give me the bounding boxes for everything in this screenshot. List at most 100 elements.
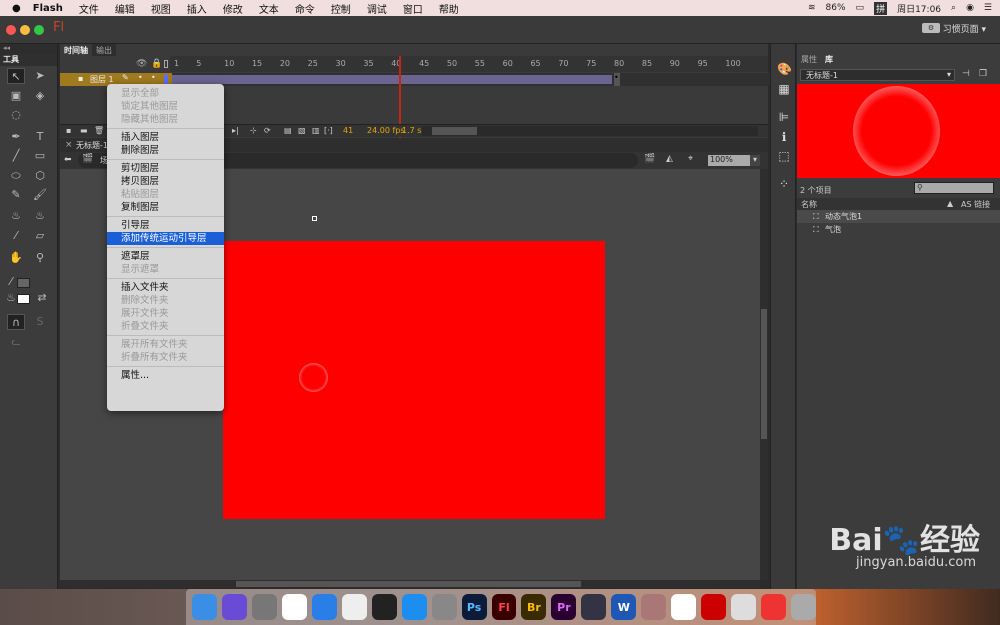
rectangle-tool-icon[interactable]: ▭ <box>31 148 49 164</box>
align-icon[interactable]: ⊫ <box>777 110 791 124</box>
close-window-button[interactable] <box>6 25 16 35</box>
dock-app[interactable]: Preview <box>731 594 757 620</box>
zoom-window-button[interactable] <box>34 25 44 35</box>
library-item[interactable]: ⛶ 气泡 <box>797 223 1000 236</box>
library-search[interactable]: ⚲ <box>914 182 994 194</box>
timeline-hscroll[interactable] <box>422 126 758 136</box>
menu-7[interactable]: 控制 <box>331 1 351 16</box>
context-menu-item[interactable]: 属性... <box>107 369 224 382</box>
dock-app[interactable]: W <box>611 594 637 620</box>
stage-hscroll[interactable] <box>60 580 760 588</box>
dock-app[interactable]: W <box>671 594 697 620</box>
notification-center-icon[interactable]: ☰ <box>984 3 992 13</box>
gradient-transform-tool-icon[interactable]: ▣ <box>7 88 25 104</box>
clock[interactable]: 周日17:06 <box>897 2 941 15</box>
outline-icon[interactable] <box>164 60 168 68</box>
color-palette-icon[interactable]: 🎨 <box>777 62 792 76</box>
col-name[interactable]: 名称 <box>801 199 817 210</box>
menu-9[interactable]: 窗口 <box>403 1 423 16</box>
smooth-icon[interactable]: S <box>31 314 49 330</box>
library-item[interactable]: ⛶ 动态气泡1 <box>797 210 1000 223</box>
pencil-tool-icon[interactable]: ✎ <box>7 187 25 203</box>
dock-app[interactable]: Launchpad <box>251 594 277 620</box>
dock-app[interactable]: Siri <box>221 594 247 620</box>
dock-app[interactable]: Archive <box>641 594 667 620</box>
zoom-tool-icon[interactable]: ⚲ <box>31 250 49 266</box>
swatches-icon[interactable]: ▦ <box>777 82 791 96</box>
menu-3[interactable]: 插入 <box>187 1 207 16</box>
close-doc-icon[interactable]: × <box>65 140 73 150</box>
visible-dot[interactable]: • <box>138 73 143 82</box>
dock-app[interactable]: Fl <box>491 594 517 620</box>
menu-4[interactable]: 修改 <box>223 1 243 16</box>
sync-settings-button[interactable]: ⚙ <box>922 23 940 33</box>
context-menu-item[interactable]: 剪切图层 <box>107 162 224 175</box>
sort-icon[interactable]: ▲ <box>947 199 953 208</box>
center-stage-icon[interactable]: ⌖ <box>688 154 693 164</box>
dock-app[interactable]: Safari <box>311 594 337 620</box>
panel-collapse[interactable]: ◂◂ <box>0 44 57 54</box>
current-frame[interactable]: 41 <box>343 126 353 135</box>
dock-app[interactable]: Photos <box>341 594 367 620</box>
frames-area[interactable]: • <box>172 73 770 86</box>
context-menu-item[interactable]: 拷贝图层 <box>107 175 224 188</box>
battery-icon[interactable]: ▭ <box>856 3 865 13</box>
brush-tool-icon[interactable]: 🖌 <box>31 187 49 203</box>
center-frame-icon[interactable]: ⊹ <box>250 126 257 135</box>
onion-outline-icon[interactable]: ▧ <box>298 126 306 135</box>
battery-percent[interactable]: 86% <box>826 3 846 13</box>
ink-bottle-tool-icon[interactable]: ♨ <box>31 208 49 224</box>
dock-app[interactable]: Flash Player <box>701 594 727 620</box>
polystar-tool-icon[interactable]: ⬡ <box>31 168 49 184</box>
frame-ruler[interactable]: 1 5 10 15 20 25 30 35 40 45 50 55 60 65 70 75 80 85 90 95 10… <box>170 56 768 72</box>
context-menu-item[interactable]: 插入文件夹 <box>107 281 224 294</box>
swap-colors-icon[interactable]: ⇄ <box>33 290 51 306</box>
elapsed-time[interactable]: 1.7 s <box>402 126 421 135</box>
tab-timeline[interactable]: 时间轴 <box>60 44 92 56</box>
minimize-window-button[interactable] <box>20 25 30 35</box>
eraser-tool-icon[interactable]: ▱ <box>31 228 49 244</box>
new-folder-icon[interactable]: ▬ <box>80 126 88 135</box>
info-icon[interactable]: ℹ <box>777 130 791 144</box>
context-menu-item[interactable]: 插入图层 <box>107 131 224 144</box>
dock-app[interactable]: Br <box>521 594 547 620</box>
context-menu-item[interactable]: 删除图层 <box>107 144 224 157</box>
tab-output[interactable]: 输出 <box>92 44 116 56</box>
eyedropper-tool-icon[interactable]: ⁄ <box>7 228 25 244</box>
tab-library[interactable]: 库 <box>821 54 845 66</box>
menu-1[interactable]: 编辑 <box>115 1 135 16</box>
edit-scene-icon[interactable]: 🎬 <box>644 154 655 164</box>
library-document-select[interactable]: 无标题-1 ▾ <box>800 69 955 81</box>
onion-markers-icon[interactable]: [·] <box>324 126 333 135</box>
edit-multiple-icon[interactable]: ▥ <box>312 126 320 135</box>
stage-vscroll[interactable] <box>760 169 768 580</box>
context-menu-item[interactable]: 遮罩层 <box>107 250 224 263</box>
loop-icon[interactable]: ⟳ <box>264 126 271 135</box>
context-menu-item[interactable]: 复制图层 <box>107 201 224 214</box>
tools-tab[interactable]: 工具 <box>0 54 57 66</box>
3d-rotation-tool-icon[interactable]: ◈ <box>31 88 49 104</box>
onion-skin-icon[interactable]: ▤ <box>284 126 292 135</box>
text-tool-icon[interactable]: T <box>31 129 49 145</box>
context-menu-item[interactable]: 添加传统运动引导层 <box>107 232 224 245</box>
pin-icon[interactable]: ⊣ <box>962 69 970 79</box>
end-keyframe[interactable]: • <box>614 73 620 86</box>
snap-to-objects-icon[interactable]: ∩ <box>7 314 25 330</box>
motion-presets-icon[interactable]: ⁘ <box>777 177 791 191</box>
fill-color-swatch[interactable] <box>17 294 30 304</box>
new-library-icon[interactable]: ❐ <box>979 69 987 79</box>
dock-app[interactable]: Chrome <box>281 594 307 620</box>
menu-6[interactable]: 命令 <box>295 1 315 16</box>
spotlight-icon[interactable]: ⌕ <box>951 3 956 13</box>
app-menu[interactable]: Flash <box>33 3 63 14</box>
menu-8[interactable]: 调试 <box>367 1 387 16</box>
dock-app[interactable]: QQ <box>371 594 397 620</box>
apple-icon[interactable]: ● <box>12 3 21 14</box>
subselection-tool-icon[interactable]: ➤ <box>31 68 49 84</box>
col-linkage[interactable]: AS 链接 <box>961 199 990 210</box>
lasso-tool-icon[interactable]: ◌ <box>7 107 25 123</box>
input-method[interactable]: 拼 <box>874 1 888 15</box>
motion-tween-span[interactable] <box>172 75 612 84</box>
menu-5[interactable]: 文本 <box>259 1 279 16</box>
menu-10[interactable]: 帮助 <box>439 1 459 16</box>
